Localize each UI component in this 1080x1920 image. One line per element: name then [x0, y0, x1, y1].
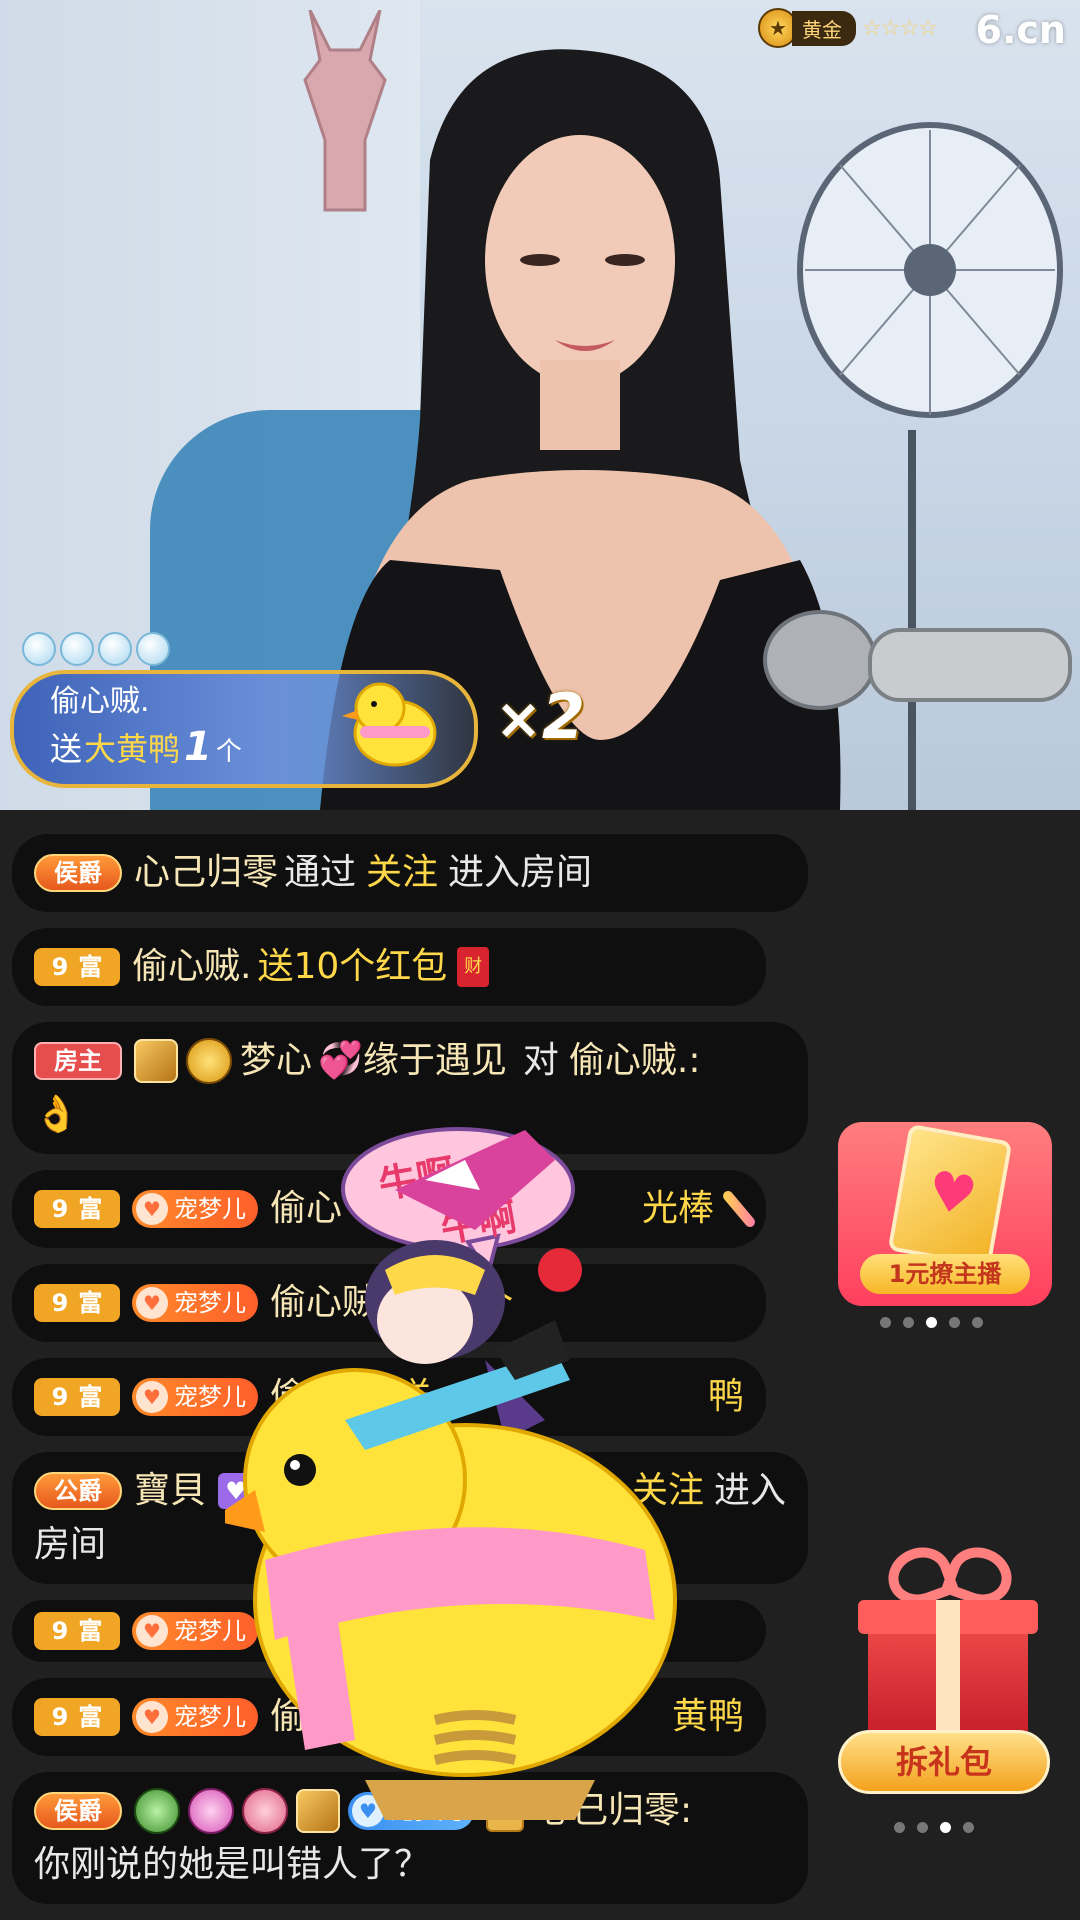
chat-username[interactable]: 寶貝 — [134, 1464, 206, 1518]
level-tier: 黄金 — [792, 10, 856, 46]
chat-username-suffix: 缘于遇见 — [362, 1040, 507, 1081]
heart-icon: 💞 — [318, 1040, 363, 1081]
gift-bubbles — [22, 632, 170, 666]
gift-text: 光棒 — [641, 1188, 714, 1229]
chat-username[interactable]: 梦心 — [240, 1034, 312, 1088]
chat-username[interactable]: 偷心贼. — [270, 1276, 389, 1330]
rich-level-badge: 9富 — [34, 1612, 120, 1650]
emblem-icon — [188, 1788, 234, 1834]
gift-text: 送 — [395, 1376, 432, 1417]
chat-message: 侯爵 ♥ 宠梦儿 心己归零: 你刚说的她是叫错人了？ — [12, 1772, 808, 1904]
chat-username[interactable]: 心己归零 — [134, 846, 278, 900]
fan-club-badge: ♥ 宠梦儿 — [132, 1612, 258, 1650]
open-gift-pack-button[interactable]: 拆礼包 — [838, 1730, 1050, 1794]
glow-stick-icon — [721, 1188, 757, 1230]
gift-banner-verb: 送 — [50, 730, 83, 768]
level-stars: ☆☆☆☆ — [862, 15, 938, 41]
follow-highlight: 关注 — [366, 852, 439, 893]
noble-badge: 侯爵 — [34, 1792, 122, 1830]
gift-combo-counter: ×2 — [495, 680, 585, 753]
gift-banner-line: 送 大黄鸭 1 个 — [50, 724, 242, 770]
chat-username[interactable]: 偷 — [270, 1690, 306, 1744]
fan-club-badge: ♥ 宠梦儿 — [348, 1792, 474, 1830]
chat-message: 9富 ♥ 宠梦儿 — [12, 1600, 766, 1662]
noble-badge: 公爵 — [34, 1472, 122, 1510]
fan-club-badge: ♥ 宠梦儿 — [132, 1284, 258, 1322]
fan-heart-icon: ♥ — [136, 1193, 168, 1225]
chat-message: 9富 ♥ 宠梦儿 偷心贼. 送 鸭 — [12, 1358, 766, 1436]
gift-text-tail: 鸭 — [707, 1376, 744, 1417]
chat-message: 公爵 寶貝 ♥ 关注 进入 房间 — [12, 1452, 808, 1584]
host-badge: 房主 — [34, 1042, 122, 1080]
chat-target-user[interactable]: 偷心贼.: — [569, 1034, 701, 1088]
heart-emblem-icon — [242, 1788, 288, 1834]
rich-level-badge: 9富 — [34, 1378, 120, 1416]
gift-text: 送10个红包 — [257, 946, 448, 987]
fan-heart-icon: ♥ — [136, 1381, 168, 1413]
chat-message: 侯爵 心己归零 通过 关注 进入房间 — [12, 834, 808, 912]
gift-banner-sender: 偷心贼. — [50, 684, 150, 719]
medal-icon — [134, 1039, 178, 1083]
combo-prefix: × — [495, 687, 542, 752]
chat-text: 对 — [522, 1040, 559, 1081]
rich-level-badge: 9富 — [34, 1284, 120, 1322]
promo-pager — [880, 1317, 983, 1328]
red-packet-icon: 财 — [457, 947, 490, 987]
live-video-stage[interactable]: ★ 黄金 ☆☆☆☆ 6.cn 偷心贼. 送 大黄鸭 1 个 ×2 — [0, 0, 1080, 810]
chat-username[interactable]: 偷心贼. — [132, 940, 251, 994]
rich-level-badge: 9富 — [34, 1190, 120, 1228]
chat-text: 进入房间 — [448, 852, 593, 893]
ok-hand-emoji: 👌 — [34, 1094, 79, 1135]
fan-club-badge: ♥ 宠梦儿 — [132, 1190, 258, 1228]
gift-text: 送10个 — [395, 1282, 514, 1323]
anchor-level-badge: ★ 黄金 ☆☆☆☆ — [758, 8, 938, 48]
user-card-icon — [486, 1790, 524, 1832]
fan-heart-icon: ♥ — [136, 1701, 168, 1733]
duck-gift-icon — [342, 682, 437, 767]
chat-text: 房间 — [34, 1524, 107, 1565]
purple-heart-icon: ♥ — [218, 1473, 255, 1509]
chat-text: 你刚说的她是叫错人了？ — [34, 1844, 431, 1885]
site-logo: 6.cn — [975, 8, 1066, 52]
follow-highlight: 关注 — [631, 1470, 704, 1511]
chat-username[interactable]: 心己归零: — [536, 1784, 692, 1838]
rich-level-badge: 9富 — [34, 1698, 120, 1736]
promo-label: 1元撩主播 — [860, 1254, 1030, 1294]
chat-message: 9富 ♥ 宠梦儿 偷 黄鸭 — [12, 1678, 766, 1756]
chat-username[interactable]: 偷心 — [270, 1182, 342, 1236]
chat-message: 9富 偷心贼. 送10个红包 财 — [12, 928, 766, 1006]
fan-club-badge: ♥ 宠梦儿 — [132, 1698, 258, 1736]
gift-banner-gift-name: 大黄鸭 — [84, 730, 181, 768]
chat-username[interactable]: 偷心贼. — [270, 1370, 389, 1424]
fan-heart-icon: ♥ — [136, 1615, 168, 1647]
star-medal-icon — [186, 1038, 232, 1084]
fan-club-badge: ♥ 宠梦儿 — [132, 1378, 258, 1416]
gift-pack-pager — [894, 1822, 974, 1833]
gift-text: 黄鸭 — [671, 1696, 744, 1737]
chat-message: 9富 ♥ 宠梦儿 偷心贼. 送10个 — [12, 1264, 766, 1342]
rich-level-badge: 9富 — [34, 948, 120, 986]
emblem-icon — [134, 1788, 180, 1834]
chat-text: 进入 — [713, 1470, 786, 1511]
gift-banner-unit: 个 — [215, 737, 242, 767]
noble-badge: 侯爵 — [34, 854, 122, 892]
fan-heart-icon: ♥ — [136, 1287, 168, 1319]
medal-icon — [296, 1789, 340, 1833]
fan-heart-icon: ♥ — [352, 1795, 384, 1827]
microphone — [763, 610, 1072, 710]
chat-text: 通过 — [284, 852, 357, 893]
combo-count: 2 — [541, 680, 586, 753]
gift-banner-count: 1 — [184, 724, 212, 770]
chat-list[interactable]: 侯爵 心己归零 通过 关注 进入房间 9富 偷心贼. 送10个红包 财 房主 梦… — [12, 834, 808, 1920]
promo-banner[interactable]: ♥ 1元撩主播 — [838, 1122, 1052, 1306]
